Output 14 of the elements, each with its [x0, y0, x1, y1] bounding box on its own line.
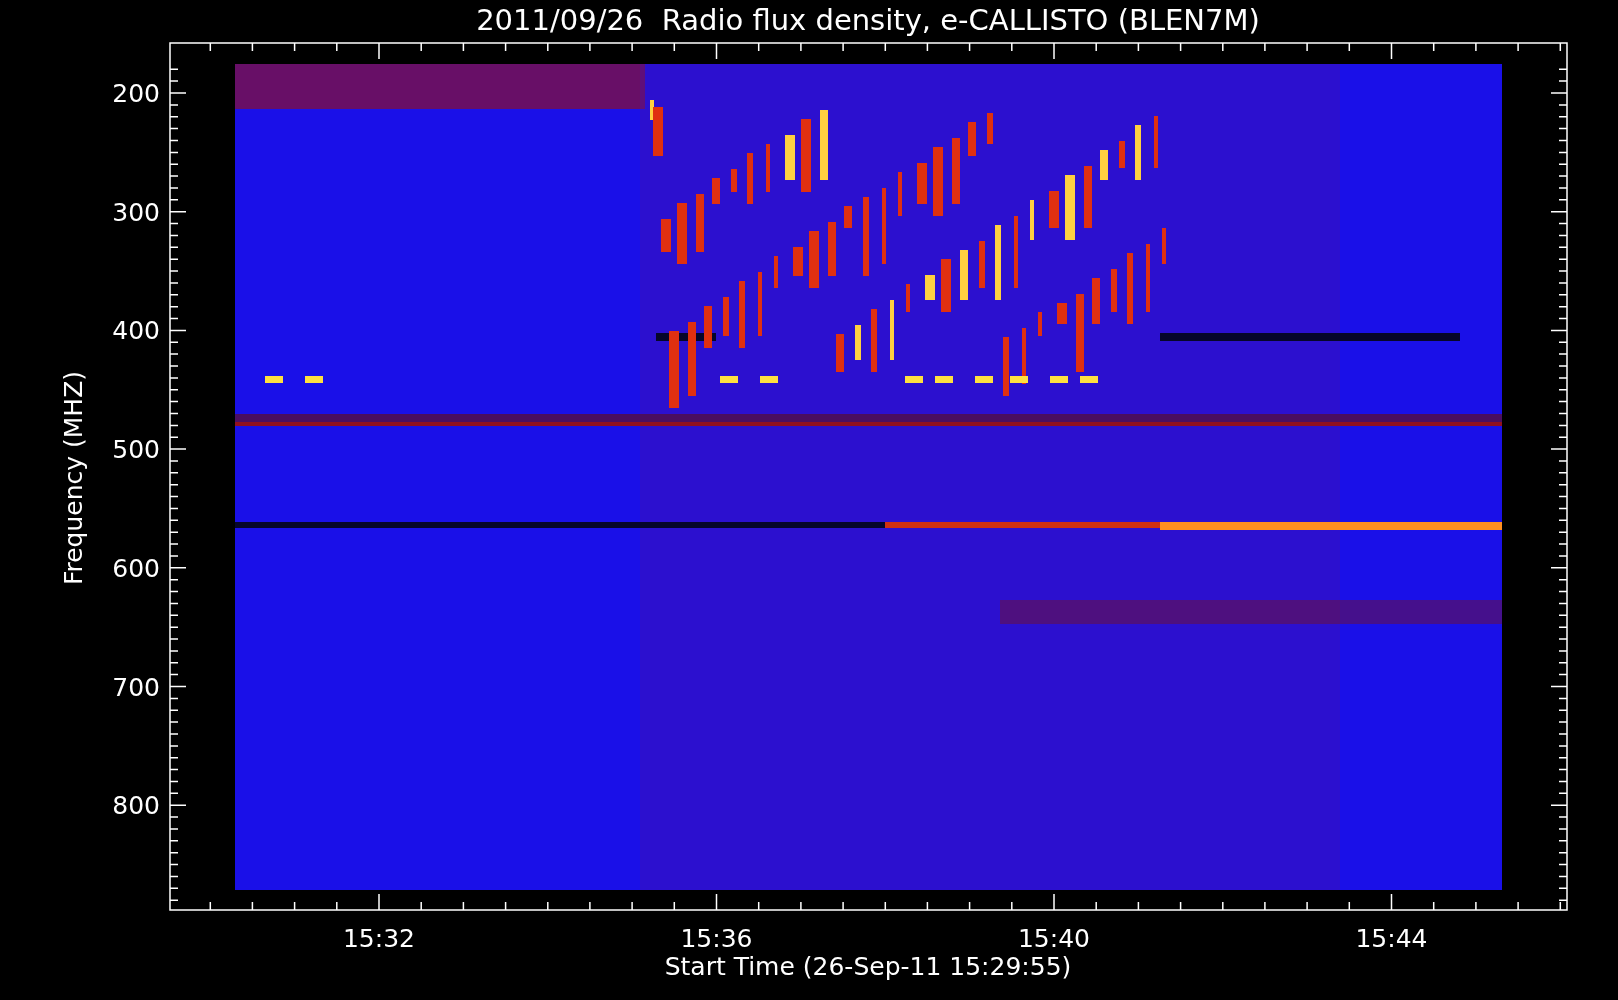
- y-axis-label: Frequency (MHZ): [59, 370, 88, 586]
- y-tick-label: 500: [112, 435, 160, 465]
- chart-title: 2011/09/26 Radio flux density, e-CALLISTO (BLEN7M): [476, 3, 1260, 37]
- y-tick-label: 700: [112, 672, 160, 702]
- x-tick-label: 15:36: [680, 924, 753, 953]
- x-axis-label: Start Time (26-Sep-11 15:29:55): [664, 952, 1072, 981]
- x-tick-label: 15:44: [1355, 924, 1428, 953]
- y-tick-label: 800: [112, 791, 160, 821]
- y-tick-label: 300: [112, 197, 160, 227]
- y-tick-label: 600: [112, 553, 160, 583]
- x-tick-label: 15:40: [1018, 924, 1090, 953]
- y-tick-label: 200: [112, 79, 160, 108]
- y-tick-label: 400: [112, 316, 160, 346]
- x-tick-label: 15:32: [343, 924, 415, 953]
